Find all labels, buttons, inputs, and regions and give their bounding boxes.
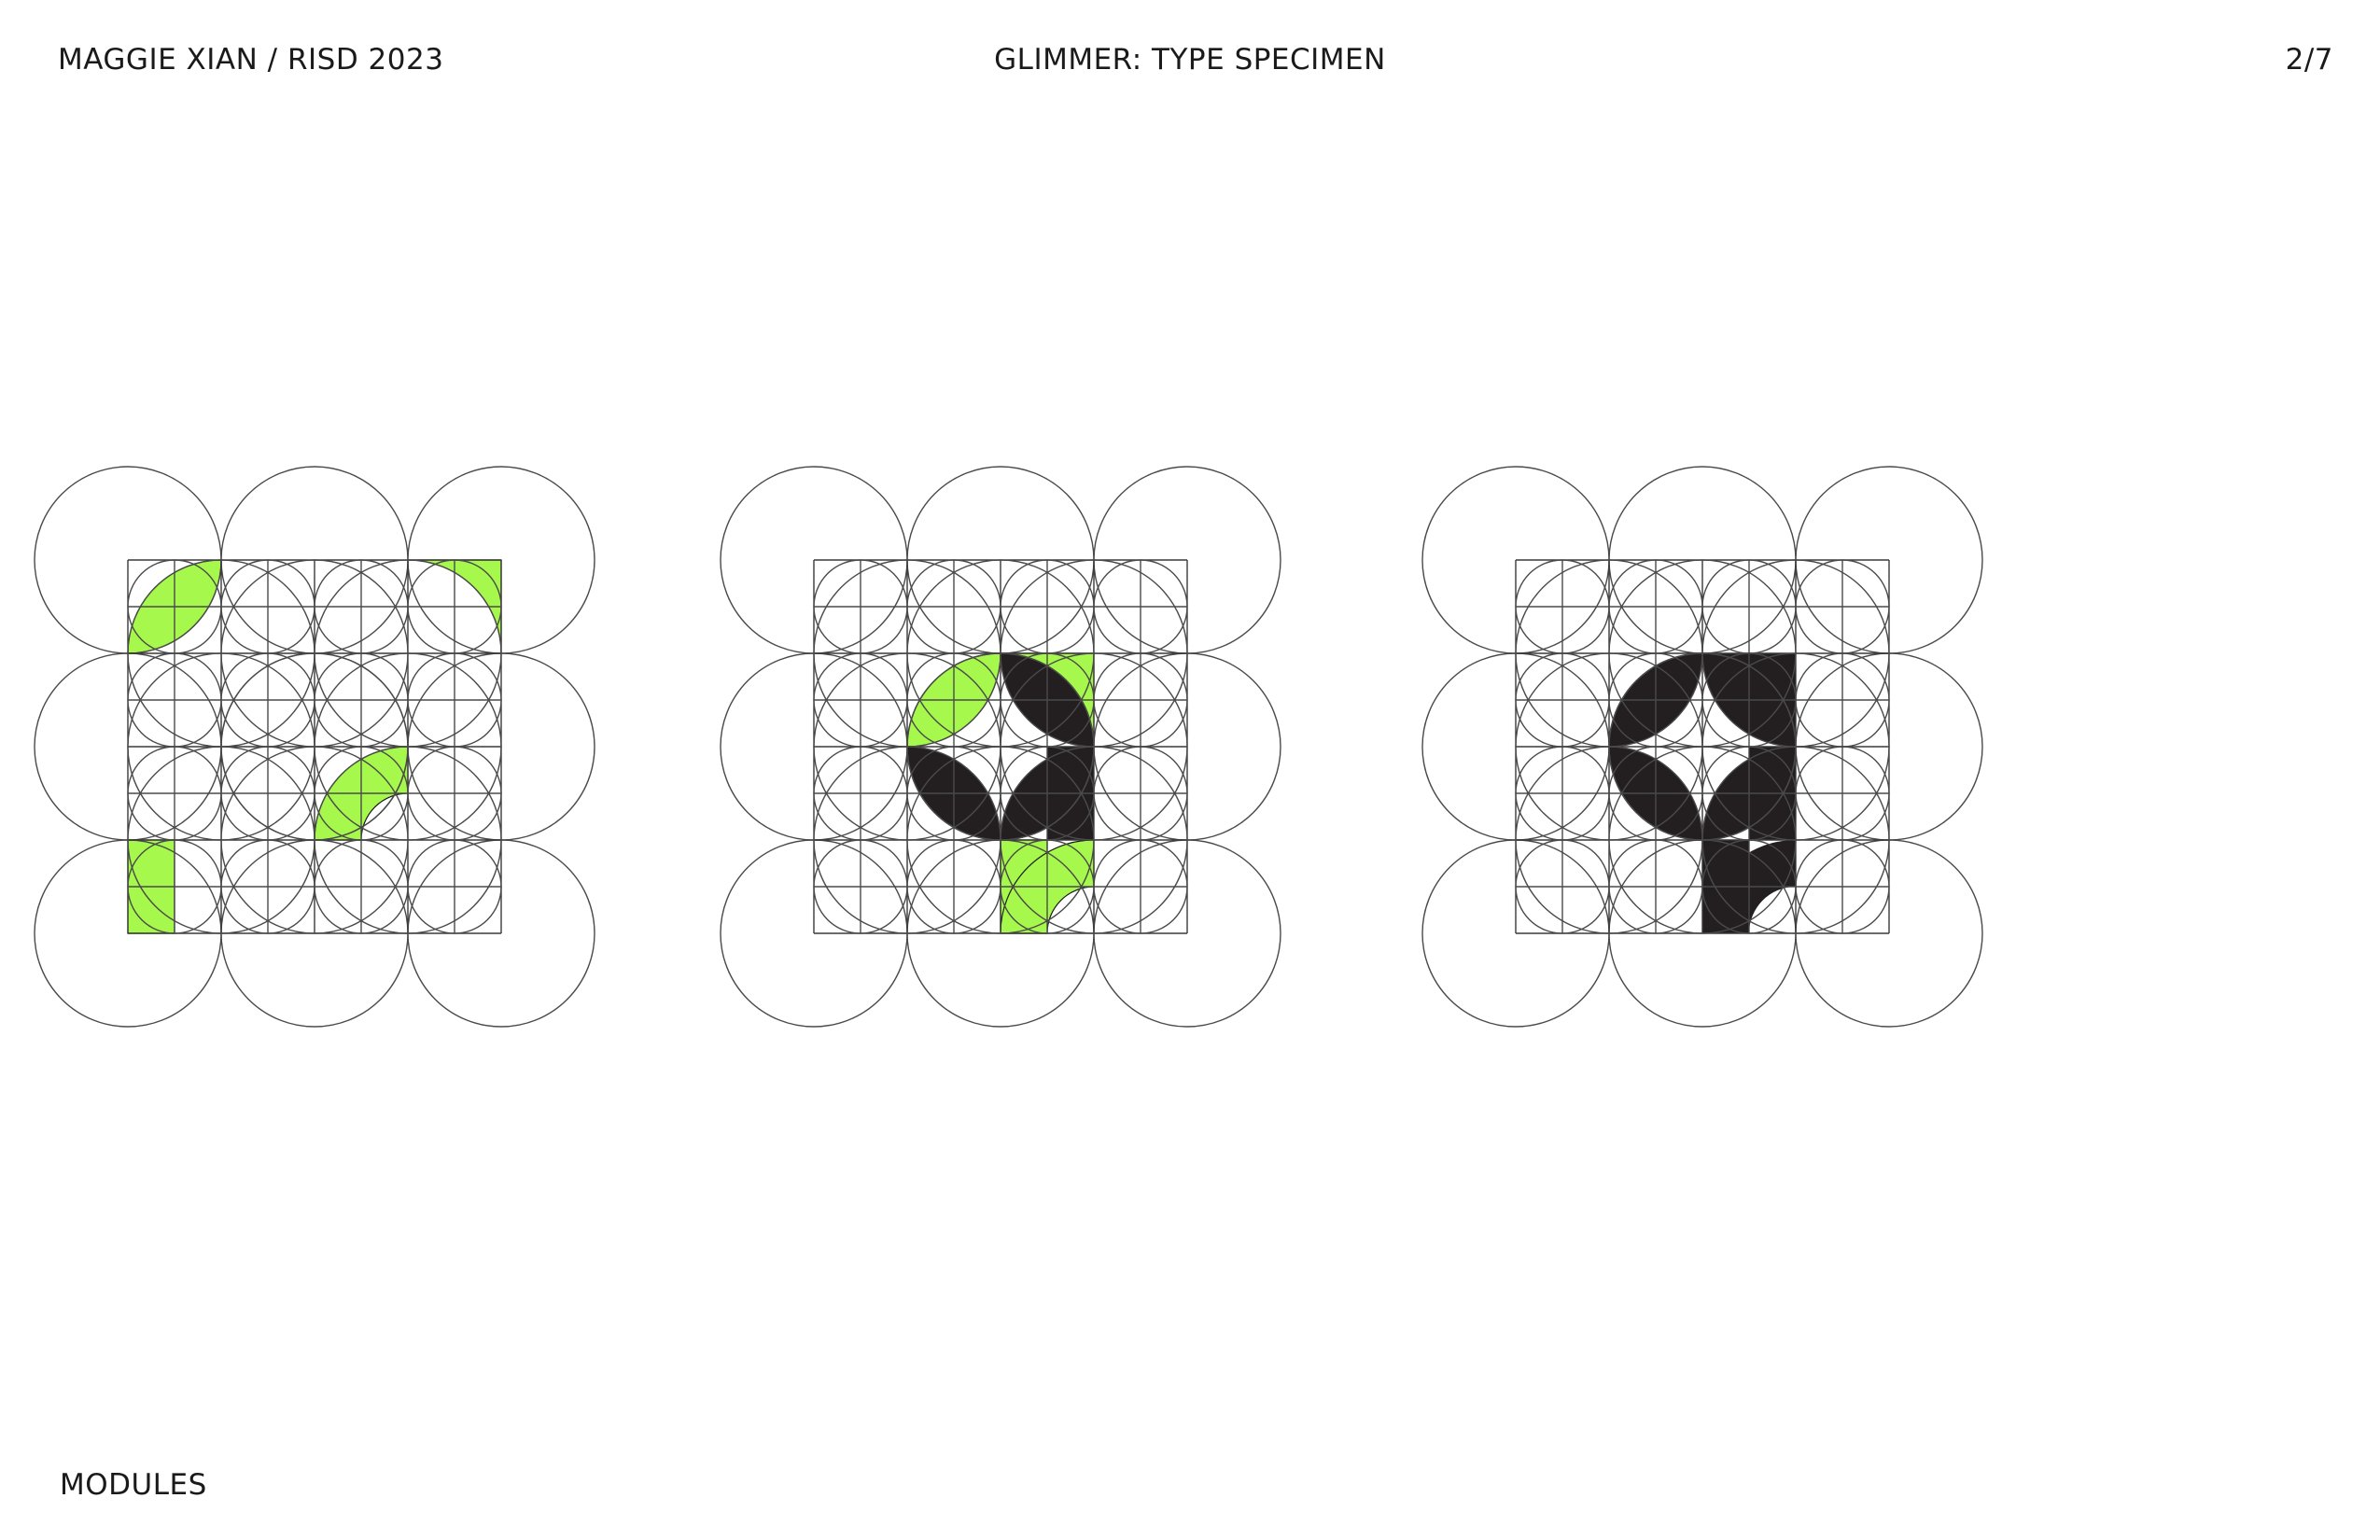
panel-letterform	[1421, 466, 1983, 1028]
section-label: MODULES	[60, 1468, 207, 1502]
panel-assembly	[720, 466, 1281, 1028]
panel-module-set	[34, 466, 595, 1028]
modules-figure	[34, 466, 1983, 1028]
